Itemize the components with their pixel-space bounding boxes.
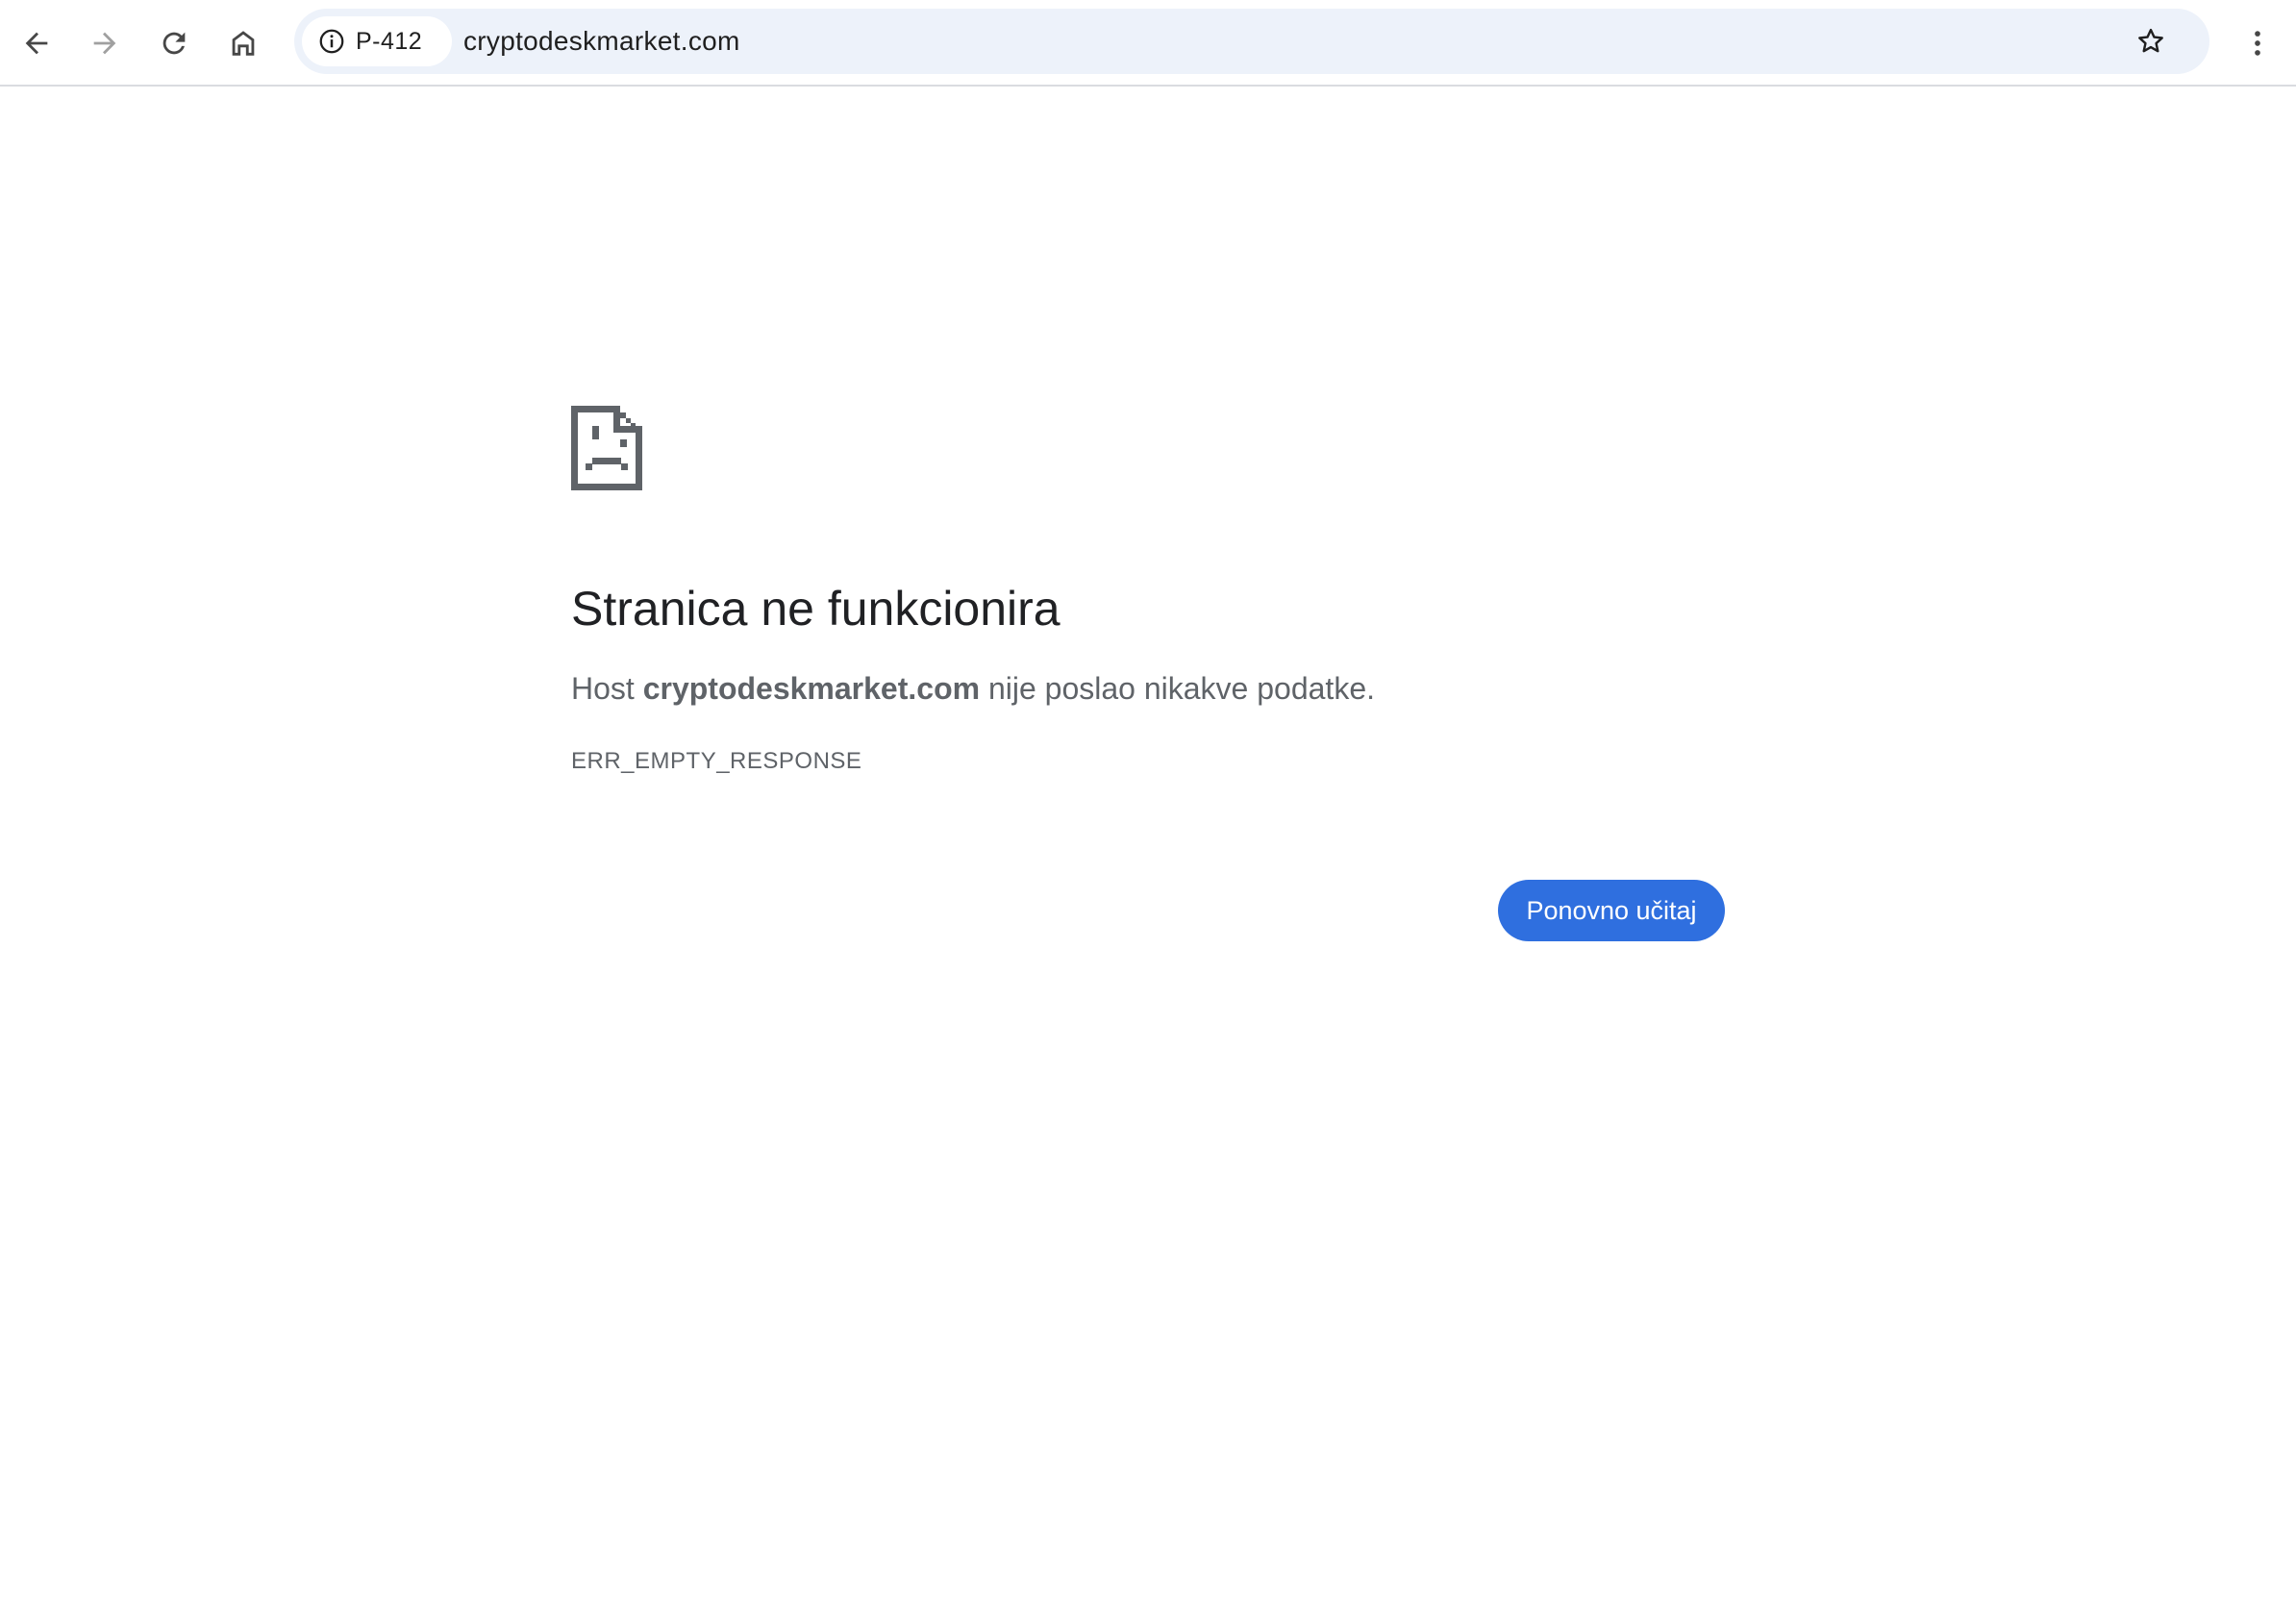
reload-button[interactable]: Ponovno učitaj — [1498, 880, 1725, 941]
site-info-chip[interactable]: P-412 — [302, 16, 452, 66]
info-icon — [319, 29, 344, 54]
error-code: ERR_EMPTY_RESPONSE — [571, 748, 862, 774]
kebab-menu-icon — [2255, 31, 2260, 56]
reload-icon — [162, 32, 186, 55]
bookmark-button[interactable] — [2127, 17, 2175, 65]
arrow-right-icon — [93, 32, 116, 55]
url-text[interactable]: cryptodeskmarket.com — [463, 9, 740, 74]
arrow-left-icon — [25, 32, 48, 55]
home-icon — [232, 31, 255, 56]
error-description: Host cryptodeskmarket.com nije poslao ni… — [571, 671, 1375, 707]
reload-toolbar-button[interactable] — [145, 14, 203, 72]
site-chip-label: P-412 — [356, 27, 423, 55]
address-bar[interactable]: P-412 cryptodeskmarket.com — [294, 9, 2209, 74]
browser-toolbar: P-412 cryptodeskmarket.com — [0, 0, 2296, 87]
error-host: cryptodeskmarket.com — [642, 671, 981, 706]
error-desc-suffix: nije poslao nikakve podatke. — [980, 671, 1375, 706]
error-title: Stranica ne funkcionira — [571, 582, 1061, 636]
home-button[interactable] — [214, 14, 272, 72]
menu-button[interactable] — [2229, 14, 2286, 72]
forward-button[interactable] — [76, 14, 134, 72]
sad-document-icon — [571, 406, 642, 490]
back-button[interactable] — [8, 14, 65, 72]
star-icon — [2138, 28, 2163, 53]
error-desc-prefix: Host — [571, 671, 643, 706]
